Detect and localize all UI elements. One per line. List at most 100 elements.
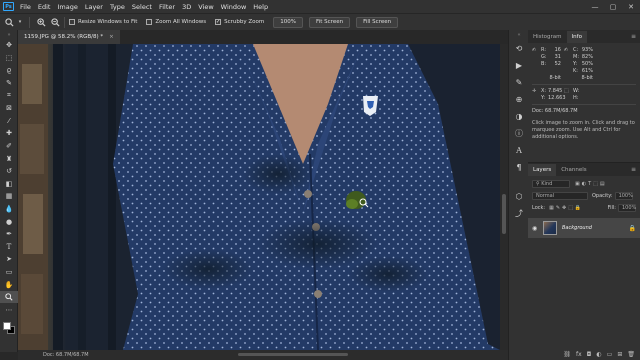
delete-layer-icon[interactable]: 🗑 <box>627 351 635 358</box>
document-tab[interactable]: 1159.JPG @ 58.2% (RGB/8) * × <box>18 30 120 44</box>
panel-menu-icon[interactable]: ≡ <box>627 33 640 43</box>
move-tool-icon[interactable]: ✥ <box>0 39 18 52</box>
horizontal-scroll-thumb[interactable] <box>238 353 348 356</box>
history-brush-tool-icon[interactable]: ↺ <box>0 165 18 178</box>
link-layers-icon[interactable]: ⛓ <box>563 351 571 358</box>
clone-stamp-tool-icon[interactable]: ♜ <box>0 152 18 165</box>
layer-filter-kind[interactable]: ⚲ Kind <box>532 180 570 188</box>
tab-histogram[interactable]: Histogram <box>528 31 567 43</box>
panel-menu-icon[interactable]: ≡ <box>627 166 640 176</box>
scrubby-zoom-checkbox[interactable]: ✓ <box>215 19 222 25</box>
fill-label: Fill: <box>607 205 616 211</box>
menu-filter[interactable]: Filter <box>159 3 175 11</box>
zoom-all-windows-option[interactable]: Zoom All Windows <box>146 19 206 25</box>
hand-tool-icon[interactable]: ✋ <box>0 278 18 291</box>
options-bar: ▾ Resize Windows to Fit Zoom All Windows… <box>0 13 640 30</box>
brush-tool-icon[interactable]: ✐ <box>0 140 18 153</box>
crop-tool-icon[interactable]: ⌗ <box>0 89 18 102</box>
maximize-button[interactable]: ▢ <box>604 0 622 13</box>
paths-panel-icon[interactable]: ⤴ <box>509 205 529 222</box>
menu-view[interactable]: View <box>198 3 213 11</box>
adjustments-panel-icon[interactable]: ◑ <box>509 108 529 125</box>
new-group-icon[interactable]: ▭ <box>607 351 613 358</box>
healing-brush-tool-icon[interactable]: ✚ <box>0 127 18 140</box>
menu-image[interactable]: Image <box>57 3 77 11</box>
menu-file[interactable]: File <box>20 3 31 11</box>
zoom-out-icon[interactable] <box>50 17 60 27</box>
resize-windows-option[interactable]: Resize Windows to Fit <box>69 19 137 25</box>
paragraph-panel-icon[interactable]: A <box>509 142 529 159</box>
menu-edit[interactable]: Edit <box>38 3 51 11</box>
info-panel-icon[interactable]: ⓘ <box>509 125 529 142</box>
fill-screen-button[interactable]: Fill Screen <box>356 16 399 28</box>
scrubby-zoom-option[interactable]: ✓ Scrubby Zoom <box>215 19 264 25</box>
close-button[interactable]: ✕ <box>622 0 640 13</box>
lasso-tool-icon[interactable]: ϱ <box>0 64 18 77</box>
clone-source-panel-icon[interactable]: ⊕ <box>509 91 529 108</box>
add-mask-icon[interactable]: ◘ <box>587 351 592 358</box>
info-panel-tabs: Histogram Info ≡ <box>528 30 640 43</box>
divider <box>532 104 636 105</box>
menu-type[interactable]: Type <box>110 3 125 11</box>
gradient-tool-icon[interactable]: ▦ <box>0 190 18 203</box>
eraser-tool-icon[interactable]: ◧ <box>0 178 18 191</box>
frame-tool-icon[interactable]: ⊠ <box>0 102 18 115</box>
zoom-tool-icon[interactable] <box>0 290 18 304</box>
zoom-tool-icon[interactable] <box>4 17 14 27</box>
layer-row-background[interactable]: ◉ Background 🔒 <box>528 218 640 238</box>
type-tool-icon[interactable]: T <box>0 241 18 254</box>
lock-icons[interactable]: ▦✎✥⬚🔒 <box>549 205 583 211</box>
info-bit-depth: 8-bit <box>549 75 561 81</box>
toolbar-collapse-icon[interactable]: » <box>0 30 18 39</box>
brushes-panel-icon[interactable]: ✎ <box>509 74 529 91</box>
close-tab-icon[interactable]: × <box>109 34 114 40</box>
tab-layers[interactable]: Layers <box>528 164 557 176</box>
menu-select[interactable]: Select <box>132 3 152 11</box>
photoshop-logo[interactable]: Ps <box>3 2 14 11</box>
minimize-button[interactable]: — <box>586 0 604 13</box>
new-layer-icon[interactable]: ⊞ <box>617 351 622 358</box>
resize-windows-checkbox[interactable] <box>69 19 75 25</box>
right-panels: Histogram Info ≡ ✍ R: 16 ✍ C: 93% G: 31 M: 82%… <box>528 30 640 360</box>
fit-screen-button[interactable]: Fit Screen <box>308 16 351 28</box>
info-doc-size: Doc: 68.7M/68.7M <box>532 108 578 114</box>
vertical-scrollbar[interactable] <box>500 44 508 350</box>
layer-style-icon[interactable]: fx <box>576 351 582 358</box>
more-tools-icon[interactable]: ⋯ <box>0 303 18 316</box>
foreground-color-swatch[interactable] <box>3 322 11 330</box>
adjustment-layer-icon[interactable]: ◐ <box>596 351 601 358</box>
actions-panel-icon[interactable]: ▶ <box>509 57 529 74</box>
tool-preset-chevron-icon[interactable]: ▾ <box>15 17 25 27</box>
rectangle-tool-icon[interactable]: ▭ <box>0 266 18 279</box>
fill-field[interactable]: 100% <box>618 204 636 212</box>
expand-panels-icon[interactable]: « <box>509 30 529 40</box>
path-selection-tool-icon[interactable]: ➤ <box>0 253 18 266</box>
3d-panel-icon[interactable]: ⬡ <box>509 188 529 205</box>
zoom-all-windows-checkbox[interactable] <box>146 19 153 25</box>
lock-label: Lock: <box>532 205 546 211</box>
menu-3d[interactable]: 3D <box>182 3 191 11</box>
vertical-scroll-thumb[interactable] <box>502 194 506 234</box>
blur-tool-icon[interactable]: 💧 <box>0 203 18 216</box>
menu-layer[interactable]: Layer <box>85 3 103 11</box>
document-canvas[interactable] <box>18 44 500 350</box>
blend-mode-select[interactable]: Normal <box>532 192 588 200</box>
photo-shirt-image <box>18 44 500 350</box>
layer-lock-icon[interactable]: 🔒 <box>629 225 636 232</box>
eyedropper-tool-icon[interactable]: ⁄ <box>0 115 18 128</box>
tab-info[interactable]: Info <box>566 31 587 43</box>
menu-window[interactable]: Window <box>221 3 247 11</box>
pen-tool-icon[interactable]: ✒ <box>0 228 18 241</box>
character-panel-icon[interactable]: ¶ <box>509 159 529 176</box>
tab-channels[interactable]: Channels <box>556 164 591 176</box>
zoom-100-button[interactable]: 100% <box>273 16 303 28</box>
zoom-in-icon[interactable] <box>36 17 46 27</box>
layer-filter-icons[interactable]: ▣◐T⬚▤ <box>575 181 607 187</box>
marquee-tool-icon[interactable]: ⬚ <box>0 52 18 65</box>
menu-help[interactable]: Help <box>253 3 268 11</box>
history-panel-icon[interactable]: ⟲ <box>509 40 529 57</box>
dodge-tool-icon[interactable]: ● <box>0 215 18 228</box>
opacity-field[interactable]: 100% <box>614 192 633 200</box>
quick-selection-tool-icon[interactable]: ✎ <box>0 77 18 90</box>
visibility-eye-icon[interactable]: ◉ <box>532 225 540 232</box>
